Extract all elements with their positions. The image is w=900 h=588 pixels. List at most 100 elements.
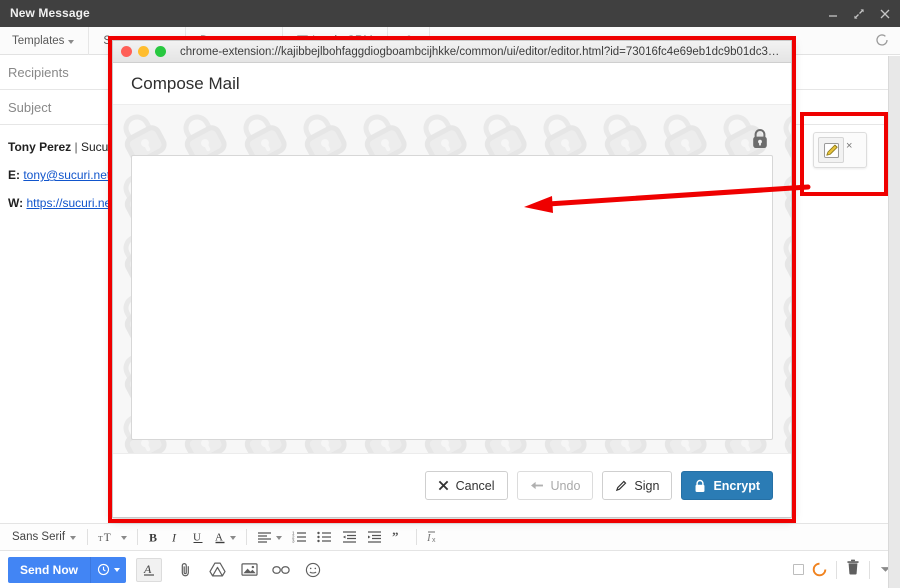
chevron-down-icon: [68, 39, 75, 44]
formatting-options-button[interactable]: A: [136, 557, 163, 582]
font-size-selector[interactable]: T T: [93, 524, 132, 550]
screen: New Message Templates Recipients Subject…: [0, 0, 900, 588]
signature-email-link[interactable]: tony@sucuri.net: [23, 168, 110, 182]
svg-text:T: T: [104, 532, 111, 544]
tracking-checkbox[interactable]: [793, 564, 804, 575]
chevron-down-icon: [114, 567, 121, 572]
compose-launcher-widget: ×: [813, 132, 867, 168]
compose-mail-title: Compose Mail: [131, 73, 240, 93]
insert-photo-button[interactable]: [234, 556, 264, 584]
google-drive-icon[interactable]: [202, 556, 232, 584]
encrypted-message-editor[interactable]: [131, 155, 773, 440]
chevron-down-icon: [230, 536, 237, 540]
svg-text:A: A: [215, 532, 223, 544]
toolbar-divider: [416, 529, 418, 545]
extension-url: chrome-extension://kajibbejlbohfaggdiogb…: [180, 45, 788, 58]
bulleted-list-button[interactable]: [312, 524, 337, 550]
encrypt-button[interactable]: Encrypt: [681, 471, 773, 500]
sign-label: Sign: [634, 478, 660, 493]
pencil-icon: [616, 480, 627, 491]
chevron-down-icon: [276, 536, 283, 540]
gmail-right-scroll-rail[interactable]: [888, 56, 900, 588]
toolbar-divider: [137, 529, 139, 545]
popout-icon[interactable]: [852, 7, 866, 21]
minimize-icon[interactable]: [826, 7, 840, 21]
lock-icon: [695, 479, 705, 492]
schedule-send-button[interactable]: [91, 563, 126, 576]
undo-button[interactable]: Undo: [516, 471, 594, 500]
svg-text:”: ”: [392, 530, 399, 544]
toolbar-item-label: Templates: [12, 34, 65, 47]
discard-draft-icon[interactable]: [846, 559, 860, 580]
signature-company: Sucuri: [80, 140, 115, 154]
svg-text:I: I: [171, 531, 177, 545]
undo-label: Undo: [550, 478, 581, 493]
text-color-button[interactable]: A: [209, 524, 241, 550]
sign-button[interactable]: Sign: [602, 471, 673, 500]
font-family-label: Sans Serif: [12, 531, 66, 543]
compose-bottom-bar: Send Now A: [0, 551, 900, 588]
traffic-light-maximize-icon[interactable]: [155, 46, 166, 57]
toolbar-divider: [87, 529, 89, 545]
underline-button[interactable]: U: [187, 524, 209, 550]
window-controls: [826, 0, 892, 27]
bold-button[interactable]: B: [143, 524, 165, 550]
insert-link-button[interactable]: [266, 556, 296, 584]
numbered-list-button[interactable]: 1 2 3: [287, 524, 312, 550]
blockquote-button[interactable]: ”: [387, 524, 411, 550]
signature-name: Tony Perez: [8, 140, 72, 154]
send-now-label: Send Now: [20, 562, 79, 577]
chevron-down-icon: [121, 536, 128, 540]
recipients-placeholder: Recipients: [8, 65, 69, 80]
traffic-light-close-icon[interactable]: [121, 46, 132, 57]
close-icon[interactable]: ×: [846, 140, 852, 160]
indent-decrease-button[interactable]: [337, 524, 362, 550]
divider: [869, 560, 870, 579]
align-left-button[interactable]: [252, 524, 287, 550]
extension-body: Compose Mail Cancel Undo Sign Encrypt: [113, 63, 791, 517]
signature-separator: |: [71, 140, 81, 154]
italic-button[interactable]: I: [165, 524, 187, 550]
signature-email-label: E:: [8, 168, 24, 182]
encryption-extension-window: chrome-extension://kajibbejlbohfaggdiogb…: [112, 40, 792, 518]
svg-text:B: B: [149, 531, 157, 545]
arrow-left-icon: [530, 481, 543, 490]
chevron-down-icon: [70, 536, 77, 540]
cancel-button[interactable]: Cancel: [424, 471, 508, 500]
subject-placeholder: Subject: [8, 100, 52, 115]
svg-text:U: U: [193, 532, 201, 544]
svg-text:3: 3: [292, 539, 295, 544]
window-title: New Message: [10, 6, 90, 20]
tracking-indicator-icon[interactable]: [812, 562, 827, 577]
encrypt-label: Encrypt: [713, 478, 760, 493]
remove-formatting-button[interactable]: I x: [422, 524, 447, 550]
signature-website-link[interactable]: https://sucuri.net: [26, 196, 114, 210]
reload-icon[interactable]: [874, 32, 890, 48]
traffic-light-minimize-icon[interactable]: [138, 46, 149, 57]
close-icon[interactable]: [878, 7, 892, 21]
compose-window-titlebar: New Message: [0, 0, 900, 27]
indent-increase-button[interactable]: [362, 524, 387, 550]
compose-mail-footer: Cancel Undo Sign Encrypt: [113, 453, 791, 517]
cancel-label: Cancel: [455, 478, 495, 493]
attach-file-button[interactable]: [170, 556, 200, 584]
encryption-status-bar: [131, 121, 773, 155]
svg-text:T: T: [98, 534, 103, 543]
toolbar-item-templates[interactable]: Templates: [0, 26, 90, 55]
send-now-button[interactable]: Send Now: [8, 556, 127, 583]
formatting-toolbar: Sans Serif T T B I U A 1 2 3 ” I x: [0, 523, 900, 551]
toolbar-divider: [246, 529, 248, 545]
compose-mail-header: Compose Mail: [113, 63, 791, 105]
signature-website-label: W:: [8, 196, 27, 210]
padlock-icon: [751, 128, 769, 148]
svg-text:x: x: [432, 537, 436, 544]
compose-bottom-right-actions: [793, 559, 892, 580]
insert-emoji-button[interactable]: [298, 556, 328, 584]
svg-text:A: A: [143, 562, 152, 576]
pencil-compose-icon[interactable]: [818, 137, 844, 163]
font-family-selector[interactable]: Sans Serif: [6, 524, 82, 550]
x-icon: [438, 480, 448, 491]
divider: [836, 560, 837, 579]
extension-titlebar: chrome-extension://kajibbejlbohfaggdiogb…: [113, 41, 791, 63]
clock-icon: [97, 563, 110, 576]
